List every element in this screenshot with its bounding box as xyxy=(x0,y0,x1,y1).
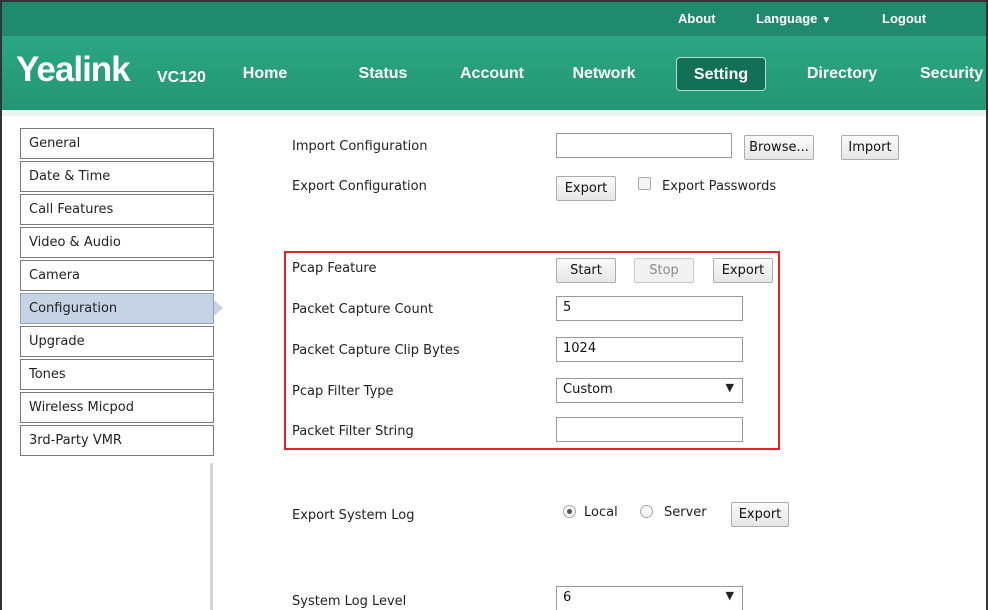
export-config-label: Export Configuration xyxy=(292,179,427,194)
sidebar-item-configuration[interactable]: Configuration xyxy=(20,293,223,324)
server-radio-label: Server xyxy=(664,505,707,520)
export-system-log-label: Export System Log xyxy=(292,508,415,523)
dropdown-arrow-icon: ▼ xyxy=(725,381,734,394)
filter-string-label: Packet Filter String xyxy=(292,424,414,439)
yealink-logo: Yealink xyxy=(16,50,131,89)
model-label: VC120 xyxy=(157,69,206,86)
nav-setting[interactable]: Setting xyxy=(676,57,766,91)
nav-account[interactable]: Account xyxy=(454,57,530,91)
sidebar-item-upgrade[interactable]: Upgrade xyxy=(20,326,214,357)
dropdown-arrow-icon: ▼ xyxy=(725,589,734,602)
filter-type-label: Pcap Filter Type xyxy=(292,384,394,399)
sidebar-item-call-features[interactable]: Call Features xyxy=(20,194,214,225)
packet-count-label: Packet Capture Count xyxy=(292,302,434,317)
clip-bytes-field[interactable]: 1024 xyxy=(556,337,743,362)
language-label: Language xyxy=(756,11,818,26)
active-pointer-icon xyxy=(214,300,223,316)
filter-type-select[interactable]: Custom ▼ xyxy=(556,378,743,403)
sidebar-item-3rd-party-vmr[interactable]: 3rd-Party VMR xyxy=(20,425,214,456)
sidebar-item-camera[interactable]: Camera xyxy=(20,260,214,291)
packet-count-field[interactable]: 5 xyxy=(556,296,743,321)
sidebar-item-label: Configuration xyxy=(29,301,118,316)
import-config-label: Import Configuration xyxy=(292,139,428,154)
import-file-field[interactable] xyxy=(556,133,732,158)
export-config-button[interactable]: Export xyxy=(556,176,616,201)
pcap-export-button[interactable]: Export xyxy=(713,258,773,283)
export-passwords-label: Export Passwords xyxy=(662,179,777,194)
server-radio[interactable] xyxy=(640,505,653,518)
system-log-level-select[interactable]: 6 ▼ xyxy=(556,586,743,610)
sidebar: General Date & Time Call Features Video … xyxy=(20,128,223,458)
logout-link[interactable]: Logout xyxy=(882,11,926,26)
chevron-down-icon: ▼ xyxy=(821,15,832,26)
clip-bytes-label: Packet Capture Clip Bytes xyxy=(292,343,460,358)
sidebar-item-general[interactable]: General xyxy=(20,128,214,159)
language-menu[interactable]: Language ▼ xyxy=(756,11,831,26)
browse-button[interactable]: Browse... xyxy=(744,135,814,160)
export-passwords-checkbox[interactable] xyxy=(638,177,651,190)
sidebar-item-video-audio[interactable]: Video & Audio xyxy=(20,227,214,258)
import-button[interactable]: Import xyxy=(841,135,899,160)
about-link[interactable]: About xyxy=(678,11,716,26)
system-log-level-value: 6 xyxy=(563,590,572,605)
header: Yealink VC120 Home Status Account Networ… xyxy=(2,36,986,116)
sidebar-divider xyxy=(210,463,213,610)
local-radio-label: Local xyxy=(584,505,618,520)
local-radio[interactable] xyxy=(563,505,576,518)
nav-network[interactable]: Network xyxy=(564,57,644,91)
filter-type-value: Custom xyxy=(563,382,613,397)
nav-home[interactable]: Home xyxy=(238,57,292,91)
top-bar: About Language ▼ Logout xyxy=(2,2,986,36)
filter-string-field[interactable] xyxy=(556,417,743,442)
pcap-feature-label: Pcap Feature xyxy=(292,261,377,276)
pcap-stop-button[interactable]: Stop xyxy=(634,258,694,283)
pcap-start-button[interactable]: Start xyxy=(556,258,616,283)
nav-status[interactable]: Status xyxy=(348,57,418,91)
nav-security[interactable]: Security xyxy=(920,57,986,91)
sidebar-item-wireless-micpod[interactable]: Wireless Micpod xyxy=(20,392,214,423)
sidebar-item-tones[interactable]: Tones xyxy=(20,359,214,390)
nav-directory[interactable]: Directory xyxy=(800,57,884,91)
system-log-level-label: System Log Level xyxy=(292,594,407,609)
sidebar-item-date-time[interactable]: Date & Time xyxy=(20,161,214,192)
export-system-log-button[interactable]: Export xyxy=(731,502,789,527)
